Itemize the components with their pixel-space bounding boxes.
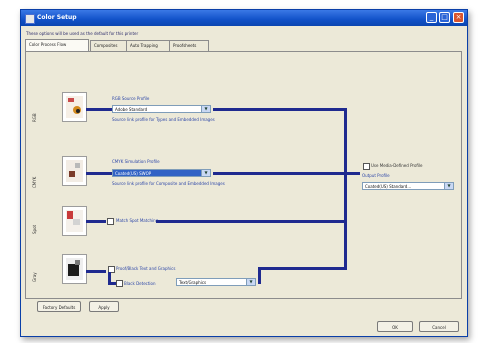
cmyk-profile-select[interactable]: Coated(US) SWOP ▼ — [112, 169, 211, 177]
close-icon[interactable]: × — [453, 12, 464, 23]
gray-flow-out — [258, 267, 344, 270]
output-profile-value: Coated(US) Standard... — [365, 184, 412, 189]
gray-sub-line-h — [108, 282, 116, 285]
cmyk-flow-out — [213, 172, 344, 175]
window-subtitle: These options will be used as the defaul… — [26, 31, 139, 36]
black-detection-value: Text/Graphics — [179, 280, 207, 285]
chevron-down-icon[interactable]: ▼ — [201, 170, 210, 176]
apply-button[interactable]: Apply — [89, 301, 119, 312]
rgb-image-icon — [62, 92, 87, 122]
tab-auto-trapping[interactable]: Auto Trapping — [126, 40, 170, 51]
maximize-icon[interactable]: □ — [439, 12, 450, 23]
cmyk-flow-line — [86, 172, 112, 175]
minimize-icon[interactable]: _ — [426, 12, 437, 23]
gray-flow-line — [86, 270, 106, 273]
gray-side-label: Gray — [32, 272, 37, 282]
spot-flow-out — [156, 220, 344, 223]
ok-button[interactable]: OK — [377, 321, 413, 332]
rgb-note: Source link profile for Types and Embedd… — [112, 117, 215, 122]
rgb-flow-line — [86, 108, 112, 111]
factory-defaults-button[interactable]: Factory Defaults — [37, 301, 81, 312]
cmyk-field-label: CMYK Simulation Profile — [112, 159, 160, 164]
flow-to-output-line — [346, 172, 360, 175]
media-profile-checkbox[interactable] — [363, 163, 370, 170]
rgb-field-label: RGB Source Profile — [112, 96, 150, 101]
gray-checkbox-label: Proof/Black Text and Graphics — [116, 266, 176, 271]
cmyk-side-label: CMYK — [32, 176, 37, 188]
media-profile-label: Use Media-Defined Profile — [371, 163, 423, 168]
gray-image-icon — [62, 254, 87, 284]
tab-proofsheets[interactable]: Proofsheets — [169, 40, 209, 51]
chevron-down-icon[interactable]: ▼ — [444, 183, 453, 189]
spot-flow-line — [86, 220, 106, 223]
rgb-profile-select[interactable]: Adobe Standard ▼ — [112, 105, 211, 113]
rgb-profile-value: Adobe Standard — [115, 107, 148, 112]
window-title: Color Setup — [37, 14, 77, 21]
chevron-down-icon[interactable]: ▼ — [201, 106, 210, 112]
cmyk-profile-value: Coated(US) SWOP — [115, 171, 152, 176]
spot-side-label: Spot — [32, 224, 37, 234]
rgb-side-label: RGB — [32, 113, 37, 122]
output-profile-select[interactable]: Coated(US) Standard... ▼ — [362, 182, 454, 190]
process-flow-panel: RGB RGB Source Profile Adobe Standard ▼ … — [25, 51, 462, 299]
app-icon — [25, 14, 35, 24]
spot-checkbox-label: Match Spot Matching — [116, 218, 159, 223]
black-detection-select[interactable]: Text/Graphics ▼ — [176, 278, 256, 286]
spot-matching-checkbox[interactable] — [107, 218, 114, 225]
cancel-button[interactable]: Cancel — [419, 321, 459, 332]
color-setup-window: Color Setup _ □ × These options will be … — [20, 9, 468, 337]
spot-image-icon — [62, 206, 87, 236]
cmyk-image-icon — [62, 156, 87, 186]
output-profile-label: Output Profile — [362, 173, 390, 178]
chevron-down-icon[interactable]: ▼ — [246, 279, 255, 285]
title-bar[interactable]: Color Setup _ □ × — [21, 10, 467, 26]
flow-collector-line — [344, 108, 347, 270]
tab-composites[interactable]: Composites — [90, 40, 127, 51]
cmyk-note: Source link profile for Composite and Em… — [112, 181, 225, 186]
black-detection-checkbox[interactable] — [116, 280, 123, 287]
black-detection-label: Black Detection — [124, 281, 156, 286]
rgb-flow-out — [213, 108, 344, 111]
